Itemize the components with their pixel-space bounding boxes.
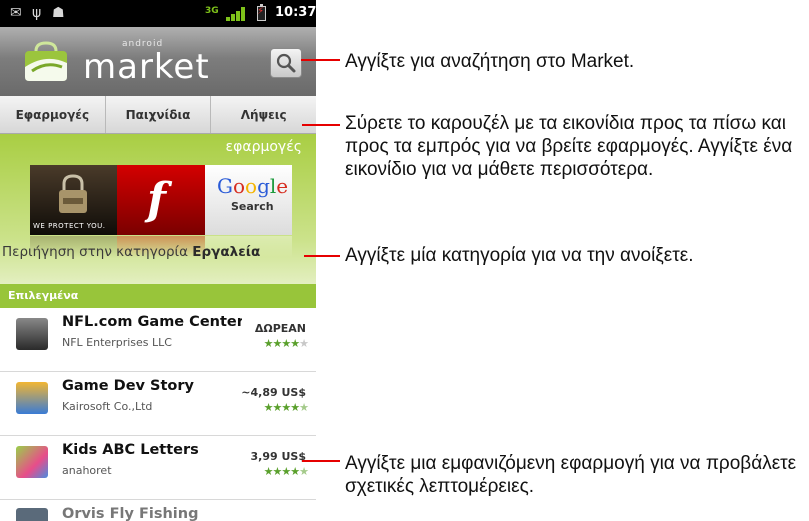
app-name: NFL.com Game Center <box>62 314 242 330</box>
app-rating-stars: ★★★★★ <box>263 465 309 478</box>
app-price: 3,99 US$ <box>250 450 306 463</box>
app-rating-stars: ★★★★★ <box>263 401 309 414</box>
tab-downloads[interactable]: Λήψεις <box>211 96 316 133</box>
battery-icon <box>257 4 266 21</box>
callout-pointer <box>302 460 340 462</box>
callout-carousel: Σύρετε το καρουζέλ με τα εικονίδια προς … <box>345 113 793 180</box>
google-search-label: Search <box>231 200 274 213</box>
callout-pointer <box>304 255 340 257</box>
search-button[interactable] <box>270 48 302 78</box>
carousel-tile-google-search[interactable]: Google Search <box>205 165 292 235</box>
app-price: ~4,89 US$ <box>241 386 306 399</box>
usb-icon: ψ <box>32 5 42 21</box>
callout-search: Αγγίξτε για αναζήτηση στο Market. <box>345 51 635 72</box>
callout-category: Αγγίξτε μία κατηγορία για να την ανοίξετ… <box>345 245 694 266</box>
app-developer: Kairosoft Co.,Ltd <box>62 400 153 413</box>
icon-carousel[interactable]: WE PROTECT YOU. f Google Search <box>30 165 292 258</box>
network-type: 3G <box>205 6 219 16</box>
screenshot: ✉ ψ ☗ 3G 10:37 android market <box>0 0 809 521</box>
app-price: ΔΩΡΕΑΝ <box>254 322 306 335</box>
mail-icon: ✉ <box>10 5 22 21</box>
tile-caption: WE PROTECT YOU. <box>33 222 106 230</box>
app-list-item[interactable]: NFL.com Game Center NFL Enterprises LLC … <box>0 308 316 372</box>
app-developer: anahoret <box>62 464 112 477</box>
featured-app-list: NFL.com Game Center NFL Enterprises LLC … <box>0 308 316 521</box>
app-list-item[interactable]: Kids ABC Letters anahoret 3,99 US$ ★★★★★ <box>0 436 316 500</box>
app-developer: NFL Enterprises LLC <box>62 336 172 349</box>
carousel-tile-security[interactable]: WE PROTECT YOU. <box>30 165 117 235</box>
browse-prefix: Περιήγηση στην κατηγορία <box>2 244 188 260</box>
signal-icon <box>226 7 248 21</box>
market-bag-icon <box>25 41 67 81</box>
callout-pointer <box>301 59 340 61</box>
padlock-icon <box>59 174 87 213</box>
tab-apps[interactable]: Εφαρμογές <box>0 96 106 133</box>
app-name: Orvis Fly Fishing <box>62 506 199 521</box>
tab-games[interactable]: Παιχνίδια <box>106 96 212 133</box>
featured-section-header: Επιλεγμένα <box>0 284 316 308</box>
flash-icon: f <box>147 174 166 225</box>
callout-featured-app: Αγγίξτε μια εμφανιζόμενη εφαρμογή για να… <box>345 453 797 497</box>
clock: 10:37 <box>275 5 316 20</box>
game-dev-story-icon <box>16 382 48 414</box>
app-name: Kids ABC Letters <box>62 442 199 458</box>
featured-title: εφαρμογές <box>225 139 302 155</box>
status-bar: ✉ ψ ☗ 3G 10:37 <box>0 0 316 27</box>
callout-pointer <box>302 124 340 126</box>
search-icon <box>276 53 296 73</box>
app-list-item[interactable]: Orvis Fly Fishing <box>0 500 316 521</box>
android-debug-icon: ☗ <box>52 5 65 21</box>
app-name: Game Dev Story <box>62 378 194 394</box>
kids-abc-icon <box>16 446 48 478</box>
google-logo: Google <box>217 174 289 198</box>
app-list-item[interactable]: Game Dev Story Kairosoft Co.,Ltd ~4,89 U… <box>0 372 316 436</box>
market-wordmark: market <box>83 47 210 87</box>
browse-category-name: Εργαλεία <box>192 244 261 260</box>
nfl-app-icon <box>16 318 48 350</box>
category-tabs: Εφαρμογές Παιχνίδια Λήψεις <box>0 96 316 134</box>
market-header: android market <box>0 27 316 96</box>
phone-screen: ✉ ψ ☗ 3G 10:37 android market <box>0 0 316 521</box>
browse-category-link[interactable]: Περιήγηση στην κατηγορία Εργαλεία <box>0 244 316 266</box>
orvis-app-icon <box>16 508 48 521</box>
app-rating-stars: ★★★★★ <box>263 337 309 350</box>
carousel-tile-flash[interactable]: f <box>117 165 205 235</box>
